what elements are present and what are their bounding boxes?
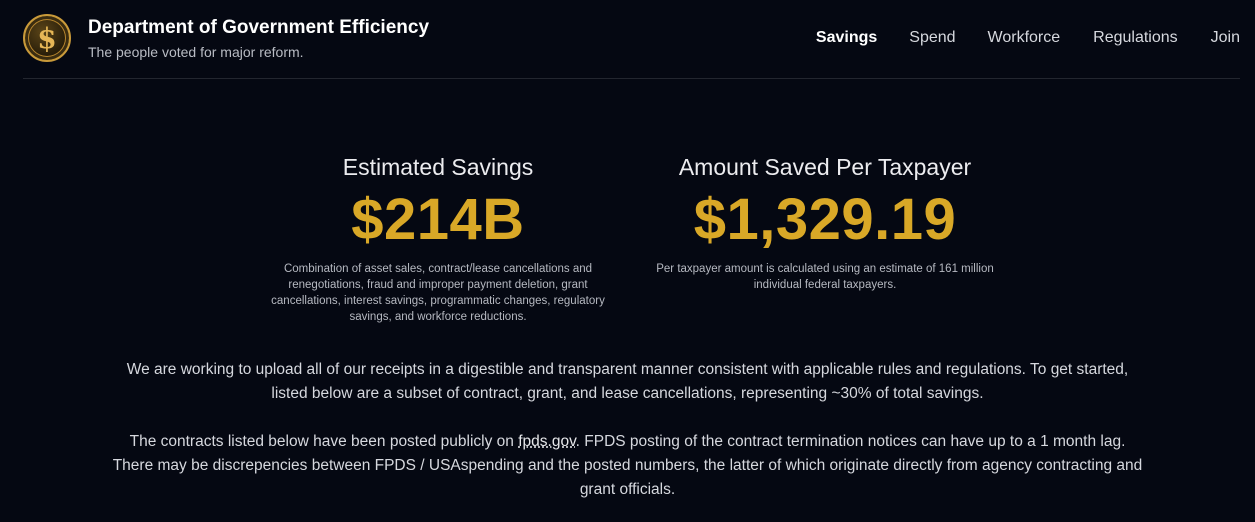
nav-workforce[interactable]: Workforce [988,29,1061,47]
doge-logo-icon[interactable]: $ [23,14,71,62]
estimated-savings-note: Combination of asset sales, contract/lea… [271,263,605,323]
intro-paragraph: We are working to upload all of our rece… [126,361,1129,402]
nav-join[interactable]: Join [1211,29,1240,47]
nav-savings[interactable]: Savings [816,29,877,47]
main-nav: Savings Spend Workforce Regulations Join [816,29,1240,47]
per-taxpayer-label: Amount Saved Per Taxpayer [678,154,972,180]
per-taxpayer-card: Amount Saved Per Taxpayer $1,329.19 Per … [650,154,1000,293]
dollar-sign-icon: $ [37,21,57,55]
fpds-text-before: The contracts listed below have been pos… [129,433,519,450]
site-header: $ Department of Government Efficiency Th… [23,0,1240,79]
site-title[interactable]: Department of Government Efficiency [88,17,429,39]
estimated-savings-label: Estimated Savings [342,154,534,180]
site-subtitle: The people voted for major reform. [88,44,304,60]
per-taxpayer-note: Per taxpayer amount is calculated using … [656,263,994,291]
nav-regulations[interactable]: Regulations [1093,29,1178,47]
estimated-savings-value: $214B [351,187,525,252]
estimated-savings-card: Estimated Savings $214B Combination of a… [268,154,608,325]
fpds-link[interactable]: fpds.gov [518,433,575,450]
per-taxpayer-value: $1,329.19 [693,187,957,252]
nav-spend[interactable]: Spend [909,29,955,47]
fpds-paragraph: The contracts listed below have been pos… [110,430,1145,502]
